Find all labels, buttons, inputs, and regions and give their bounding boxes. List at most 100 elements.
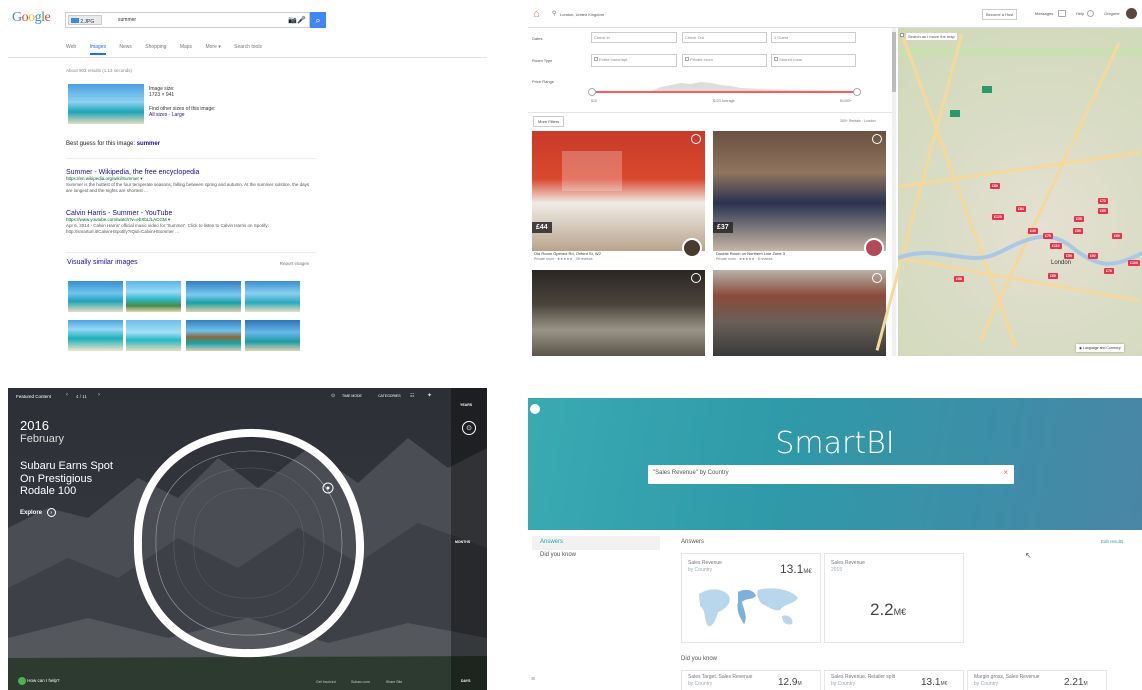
time-scale-sidebar[interactable]: YEARS ⊙ MONTHS DAYS [451,388,487,690]
sidebar-item-did-you-know[interactable]: Did you know [540,552,576,558]
become-host-button[interactable]: Become a Host [982,9,1018,20]
subaru-logo-icon[interactable]: ✦ [427,392,432,399]
months-label[interactable]: MONTHS [455,540,470,544]
location-search-input[interactable]: London, United Kingdom [560,12,604,17]
tab-search-tools[interactable]: Search tools [234,44,262,50]
avatar[interactable] [1126,8,1137,19]
footer-link[interactable]: Share Site [386,680,402,684]
map[interactable]: Search as I move the map London £89 £64 … [875,28,1142,356]
map-price-marker[interactable]: £120 [992,214,1004,220]
airbnb-logo-icon[interactable]: ⌂ [533,8,540,20]
map-price-marker[interactable]: £49 [1028,228,1038,234]
map-price-marker[interactable]: £99 [1073,228,1083,234]
map-price-marker[interactable]: £78 [1104,268,1114,274]
messages-link[interactable]: Messages [1035,11,1053,16]
tab-web[interactable]: Web [66,44,76,50]
heart-icon[interactable] [872,273,882,283]
map-price-marker[interactable]: £64 [1016,206,1026,212]
best-guess-link[interactable]: summer [137,141,160,147]
map-price-marker[interactable]: £92 [1088,253,1098,259]
more-filters-button[interactable]: More Filters [533,116,565,127]
microphone-icon[interactable]: 🎤 [297,16,306,24]
result-title-link[interactable]: Calvin Harris - Summer - YouTube [66,210,316,217]
checkbox-icon[interactable] [685,57,689,61]
query-image-thumbnail[interactable] [68,84,144,124]
map-price-marker[interactable]: £85 [1098,208,1108,214]
checkbox-icon[interactable] [594,57,598,61]
price-max-handle[interactable] [853,88,861,96]
guests-select[interactable]: 1 Guest [771,32,856,43]
chevron-right-icon[interactable]: › [98,392,100,398]
explore-button[interactable]: Explore › [20,508,56,517]
answer-card[interactable]: Sales Revenue by Country 13.1M€ [681,553,821,643]
search-as-map-moves[interactable]: Search as I move the map [906,33,957,40]
time-ring[interactable] [128,423,368,663]
similar-image-thumbnail[interactable] [68,281,123,312]
listing-card[interactable] [713,270,886,356]
language-currency-button[interactable]: ◉ Language and Currency [1076,344,1124,352]
help-icon[interactable] [1087,10,1094,17]
grid-icon[interactable]: ☷ [410,393,414,399]
map-price-marker[interactable]: £89 [990,183,1000,189]
map-price-marker[interactable]: £59 [1064,253,1074,259]
search-image-chip[interactable]: 2.JPG [68,15,102,25]
suggestion-card[interactable]: Sales Revenue, Retailer split by Country… [824,670,964,690]
tab-shopping[interactable]: Shopping [145,44,166,50]
answer-card[interactable]: Sales Revenue 2015 2.2M€ [824,553,964,643]
footer-link[interactable]: Subaru.com [351,680,370,684]
price-slider-track[interactable] [591,91,857,93]
similar-image-thumbnail[interactable] [126,320,181,351]
avatar[interactable] [530,404,540,414]
categories-button[interactable]: CATEGORIES [378,394,401,398]
check-in-field[interactable]: Check In [591,32,677,43]
similar-image-thumbnail[interactable] [245,320,300,351]
check-out-field[interactable]: Check Out [682,32,767,43]
edit-results-link[interactable]: Edit results [1101,539,1123,544]
host-avatar[interactable] [682,238,702,258]
help-link[interactable]: Help [1076,11,1084,16]
query-input[interactable]: "Sales Revenue" by Country × [648,465,1014,484]
price-min-handle[interactable] [588,88,596,96]
heart-icon[interactable] [691,134,701,144]
days-label[interactable]: DAYS [461,679,470,683]
listing-title[interactable]: Double Room on Northern Line Zone 3 [716,251,785,256]
clear-icon[interactable]: × [1003,468,1008,477]
heart-icon[interactable] [872,134,882,144]
result-title-link[interactable]: Summer - Wikipedia, the free encyclopedi… [66,169,316,176]
chevron-left-icon[interactable]: ‹ [66,392,68,398]
user-menu[interactable]: Gregorie [1104,11,1120,16]
map-price-marker[interactable]: £105 [1128,260,1140,266]
sizes-links[interactable]: All sizes · Large [149,112,215,118]
checkbox-icon[interactable] [774,57,778,61]
map-price-marker[interactable]: £55 [1074,216,1084,222]
menu-icon[interactable]: ≡ [531,676,535,683]
search-button[interactable]: ⌕ [310,12,326,28]
similar-image-thumbnail[interactable] [126,281,181,312]
scrollbar-thumb[interactable] [892,32,896,92]
camera-icon[interactable]: 📷 [288,16,297,24]
room-type-private[interactable]: Private room [682,54,767,67]
map-price-marker[interactable]: £88 [954,276,964,282]
listing-card[interactable] [532,270,705,356]
tab-news[interactable]: News [119,44,132,50]
suggestion-card[interactable]: Sales Target, Sales Revenue by Country 1… [681,670,821,690]
messages-icon[interactable] [1058,10,1066,17]
years-label[interactable]: YEARS [460,403,472,407]
tab-more[interactable]: More ▾ [205,44,220,50]
map-price-marker[interactable]: £69 [1112,233,1122,239]
checkbox-icon[interactable] [900,33,904,37]
similar-image-thumbnail[interactable] [186,281,241,312]
sidebar-item-answers[interactable]: Answers [532,536,660,550]
map-price-marker[interactable]: £110 [1050,243,1062,249]
google-logo[interactable]: Google [12,10,51,26]
listing-card[interactable]: £37 [713,131,886,251]
map-price-marker[interactable]: £65 [1048,273,1058,279]
report-images-link[interactable]: Report images [280,261,309,266]
host-avatar[interactable] [864,238,884,258]
map-price-marker[interactable]: £72 [1098,198,1108,204]
suggestion-card[interactable]: Margin gross, Sales Revenue by Country 2… [967,670,1107,690]
footer-link[interactable]: Get Involved [316,680,336,684]
time-scale-handle-icon[interactable]: ⊙ [462,421,476,435]
listing-card[interactable]: £44 [532,131,705,251]
visually-similar-heading[interactable]: Visually similar images [67,259,138,266]
